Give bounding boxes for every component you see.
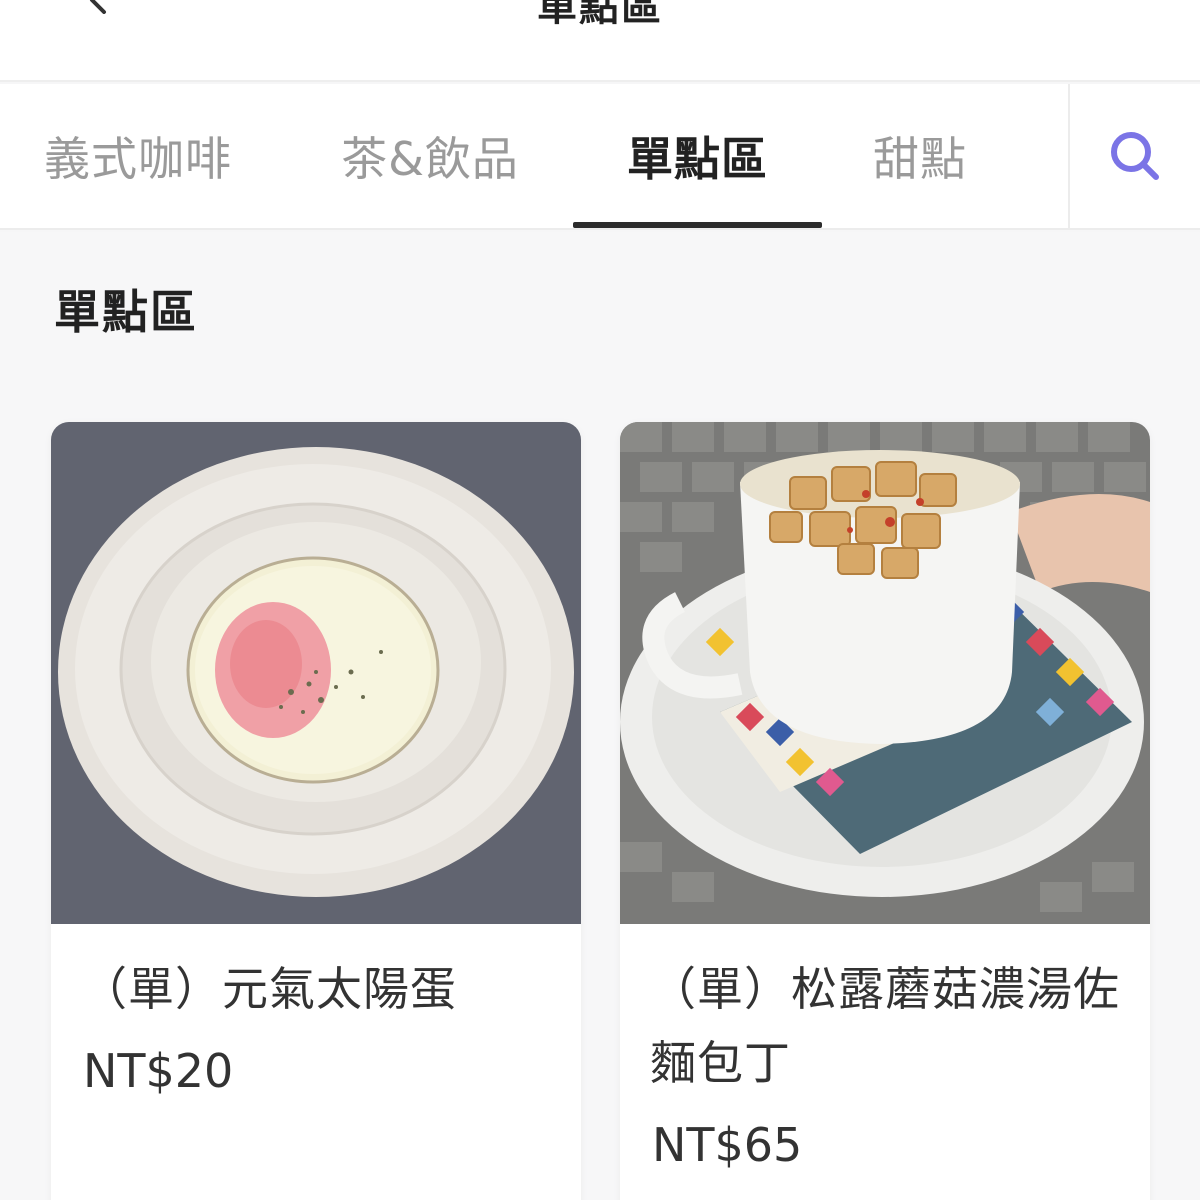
search-button[interactable] bbox=[1068, 84, 1200, 228]
active-tab-indicator bbox=[573, 222, 822, 228]
product-image-fried-egg bbox=[51, 422, 581, 924]
app: 單點區 義式咖啡 茶&飲品 單點區 甜點 單點區 （單）元氣太陽蛋 NT$20 … bbox=[0, 0, 1200, 1200]
product-name: （單）松露蘑菇濃湯佐麵包丁 bbox=[650, 962, 1120, 1090]
product-price: NT$20 bbox=[83, 1044, 234, 1098]
tab-a-la-carte[interactable]: 單點區 bbox=[573, 84, 822, 228]
product-name: （單）元氣太陽蛋 bbox=[81, 962, 457, 1016]
page-title: 單點區 bbox=[537, 0, 663, 30]
top-header: 單點區 bbox=[0, 0, 1200, 82]
tab-desserts[interactable]: 甜點 bbox=[850, 84, 990, 228]
product-card[interactable]: （單）松露蘑菇濃湯佐麵包丁 NT$65 bbox=[620, 422, 1150, 1200]
product-price: NT$65 bbox=[652, 1118, 803, 1172]
menu-content: 單點區 （單）元氣太陽蛋 NT$20 （單）松露蘑菇濃湯佐麵包丁 NT$65 bbox=[0, 232, 1200, 1200]
section-title: 單點區 bbox=[54, 285, 198, 339]
tab-espresso[interactable]: 義式咖啡 bbox=[20, 84, 256, 228]
category-tab-bar: 義式咖啡 茶&飲品 單點區 甜點 bbox=[0, 84, 1200, 230]
tab-tea-drinks[interactable]: 茶&飲品 bbox=[320, 84, 540, 228]
search-icon bbox=[1111, 132, 1159, 180]
product-image-mushroom-soup bbox=[620, 422, 1150, 924]
product-card[interactable]: （單）元氣太陽蛋 NT$20 bbox=[51, 422, 581, 1200]
